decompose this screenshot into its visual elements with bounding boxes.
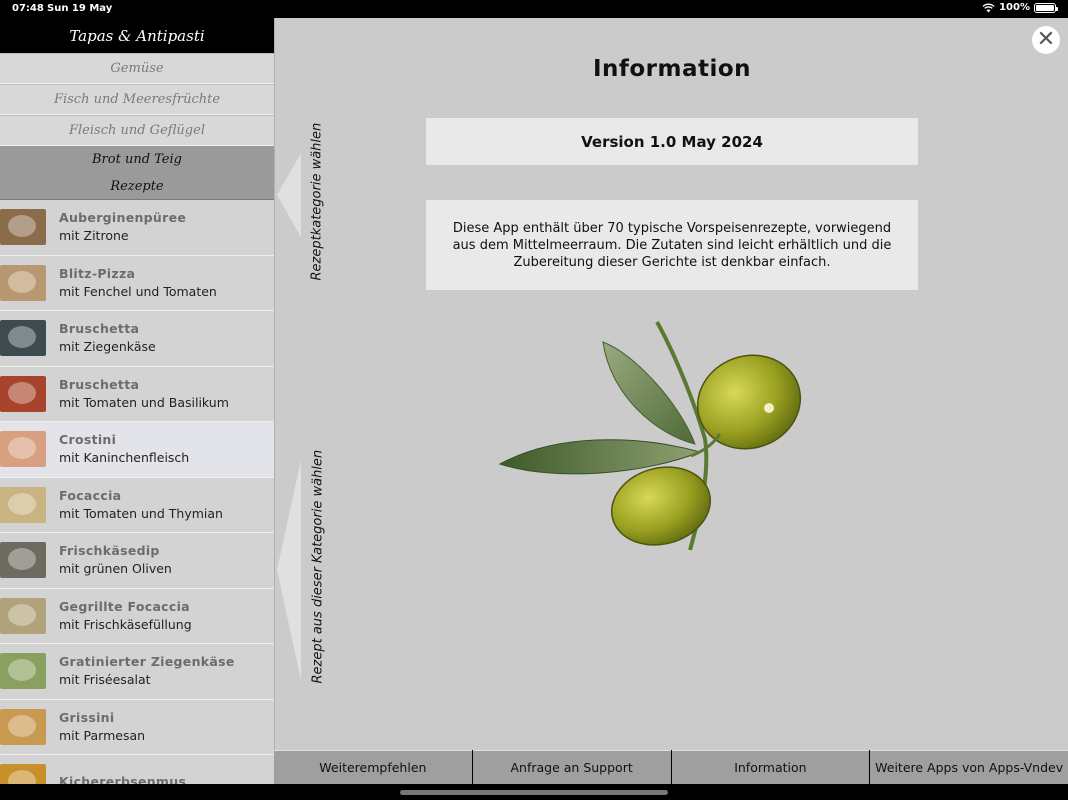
vertical-label-category: Rezeptkategorie wählen: [309, 122, 325, 281]
recipe-list-item[interactable]: Grissini mit Parmesan: [0, 699, 274, 755]
sidebar: Tapas & Antipasti Gemüse Fisch und Meere…: [0, 18, 274, 784]
recipe-title: Grissini: [59, 709, 115, 725]
category-fisch[interactable]: Fisch und Meeresfrüchte: [0, 84, 274, 115]
recipe-list-item[interactable]: Bruschetta mit Tomaten und Basilikum: [0, 366, 274, 422]
recipe-title: Bruschetta: [59, 376, 140, 392]
information-button[interactable]: Information: [671, 750, 870, 784]
status-date: Sun 19 May: [47, 3, 113, 14]
recipe-subtitle: mit grünen Oliven: [59, 561, 172, 577]
recipe-subtitle: mit Frischkäsefüllung: [59, 616, 192, 632]
recipe-thumbnail: [0, 597, 46, 634]
recipe-subtitle: mit Ziegenkäse: [59, 339, 156, 355]
version-box: Version 1.0 May 2024: [426, 118, 918, 165]
recipe-text: Gegrillte Focaccia mit Frischkäsefüllung: [59, 598, 192, 634]
recipe-thumbnail: [0, 375, 46, 412]
recipe-subtitle: mit Friséesalat: [59, 672, 151, 688]
recipe-list-item[interactable]: Focaccia mit Tomaten und Thymian: [0, 477, 274, 533]
more-apps-button[interactable]: Weitere Apps von Apps-Vndev: [870, 750, 1068, 784]
recipe-list-item[interactable]: Blitz-Pizza mit Fenchel und Tomaten: [0, 255, 274, 311]
recipe-subtitle: mit Tomaten und Basilikum: [59, 394, 229, 410]
recipe-text: Gratinierter Ziegenkäse mit Friséesalat: [59, 653, 235, 689]
recipe-title: Frischkäsedip: [59, 543, 160, 559]
recipe-thumbnail: [0, 764, 46, 784]
recipe-text: Focaccia mit Tomaten und Thymian: [59, 487, 223, 523]
recipe-thumbnail: [0, 653, 46, 690]
recipe-title: Bruschetta: [59, 321, 140, 337]
recipe-thumbnail: [0, 209, 46, 246]
battery-percent: 100%: [999, 2, 1030, 13]
recipe-thumbnail: [0, 542, 46, 579]
app-title: Tapas & Antipasti: [0, 18, 274, 53]
info-panel: Rezeptkategorie wählen Rezept aus dieser…: [274, 18, 1068, 784]
battery-icon: [1034, 2, 1058, 13]
recipe-thumbnail: [0, 486, 46, 523]
recipe-title: Kichererbsenmus: [59, 774, 187, 784]
description-box: Diese App enthält über 70 typische Vorsp…: [426, 200, 918, 290]
pointer-arrow-bottom: [277, 460, 301, 680]
pointer-arrow-top: [277, 153, 301, 237]
wifi-icon: [982, 3, 995, 12]
recipe-thumbnail: [0, 264, 46, 301]
recipe-text: Kichererbsenmus: [59, 773, 186, 784]
recipe-text: Bruschetta mit Ziegenkäse: [59, 320, 156, 356]
recipe-text: Frischkäsedip mit grünen Oliven: [59, 542, 172, 578]
recipe-text: Grissini mit Parmesan: [59, 709, 145, 745]
recipe-thumbnail: [0, 708, 46, 745]
support-button[interactable]: Anfrage an Support: [472, 750, 671, 784]
recipe-subtitle: mit Parmesan: [59, 727, 146, 743]
recipe-list: Auberginenpüree mit Zitrone Blitz-Pizza mit…: [0, 200, 274, 784]
bottom-toolbar: Weiterempfehlen Anfrage an Support Infor…: [274, 750, 1068, 784]
recipe-list-item[interactable]: Auberginenpüree mit Zitrone: [0, 200, 274, 256]
recipe-title: Gratinierter Ziegenkäse: [59, 654, 235, 670]
recipe-text: Crostini mit Kaninchenfleisch: [59, 431, 189, 467]
recipe-text: Blitz-Pizza mit Fenchel und Tomaten: [59, 265, 217, 301]
recommend-button[interactable]: Weiterempfehlen: [274, 750, 472, 784]
recipe-list-item[interactable]: Gegrillte Focaccia mit Frischkäsefüllung: [0, 588, 274, 644]
page-title: Information: [592, 56, 752, 82]
recipe-thumbnail: [0, 431, 46, 468]
status-bar: 07:48 Sun 19 May 100%: [0, 0, 1068, 18]
recipe-title: Blitz-Pizza: [59, 265, 136, 281]
status-time: 07:48: [12, 3, 44, 14]
recipe-title: Focaccia: [59, 487, 122, 503]
vertical-label-recipe: Rezept aus dieser Kategorie wählen: [310, 449, 326, 684]
recipe-list-item[interactable]: Bruschetta mit Ziegenkäse: [0, 311, 274, 367]
olive-branch-illustration: [498, 321, 802, 551]
recipe-list-item[interactable]: Kichererbsenmus: [0, 755, 274, 784]
recipe-text: Auberginenpüree mit Zitrone: [59, 209, 186, 245]
recipe-subtitle: mit Fenchel und Tomaten: [59, 283, 217, 299]
recipe-list-item[interactable]: Frischkäsedip mit grünen Oliven: [0, 533, 274, 589]
recipe-subtitle: mit Zitrone: [59, 228, 129, 244]
category-brot-selected[interactable]: Brot und Teig: [0, 146, 274, 173]
recipes-section-header: Rezepte: [0, 173, 274, 200]
home-indicator[interactable]: [400, 790, 668, 795]
recipe-thumbnail: [0, 320, 46, 357]
recipe-subtitle: mit Kaninchenfleisch: [59, 450, 190, 466]
close-button[interactable]: ✕: [1032, 26, 1060, 54]
category-fleisch[interactable]: Fleisch und Geflügel: [0, 115, 274, 146]
recipe-list-item[interactable]: Crostini mit Kaninchenfleisch: [0, 422, 274, 478]
recipe-text: Bruschetta mit Tomaten und Basilikum: [59, 376, 229, 412]
status-right: 100%: [982, 2, 1058, 13]
recipe-title: Crostini: [59, 432, 117, 448]
recipe-subtitle: mit Tomaten und Thymian: [59, 505, 223, 521]
recipe-title: Gegrillte Focaccia: [59, 598, 190, 614]
category-gemuese[interactable]: Gemüse: [0, 53, 274, 84]
recipe-list-item[interactable]: Gratinierter Ziegenkäse mit Friséesalat: [0, 644, 274, 700]
recipe-title: Auberginenpüree: [59, 210, 187, 226]
